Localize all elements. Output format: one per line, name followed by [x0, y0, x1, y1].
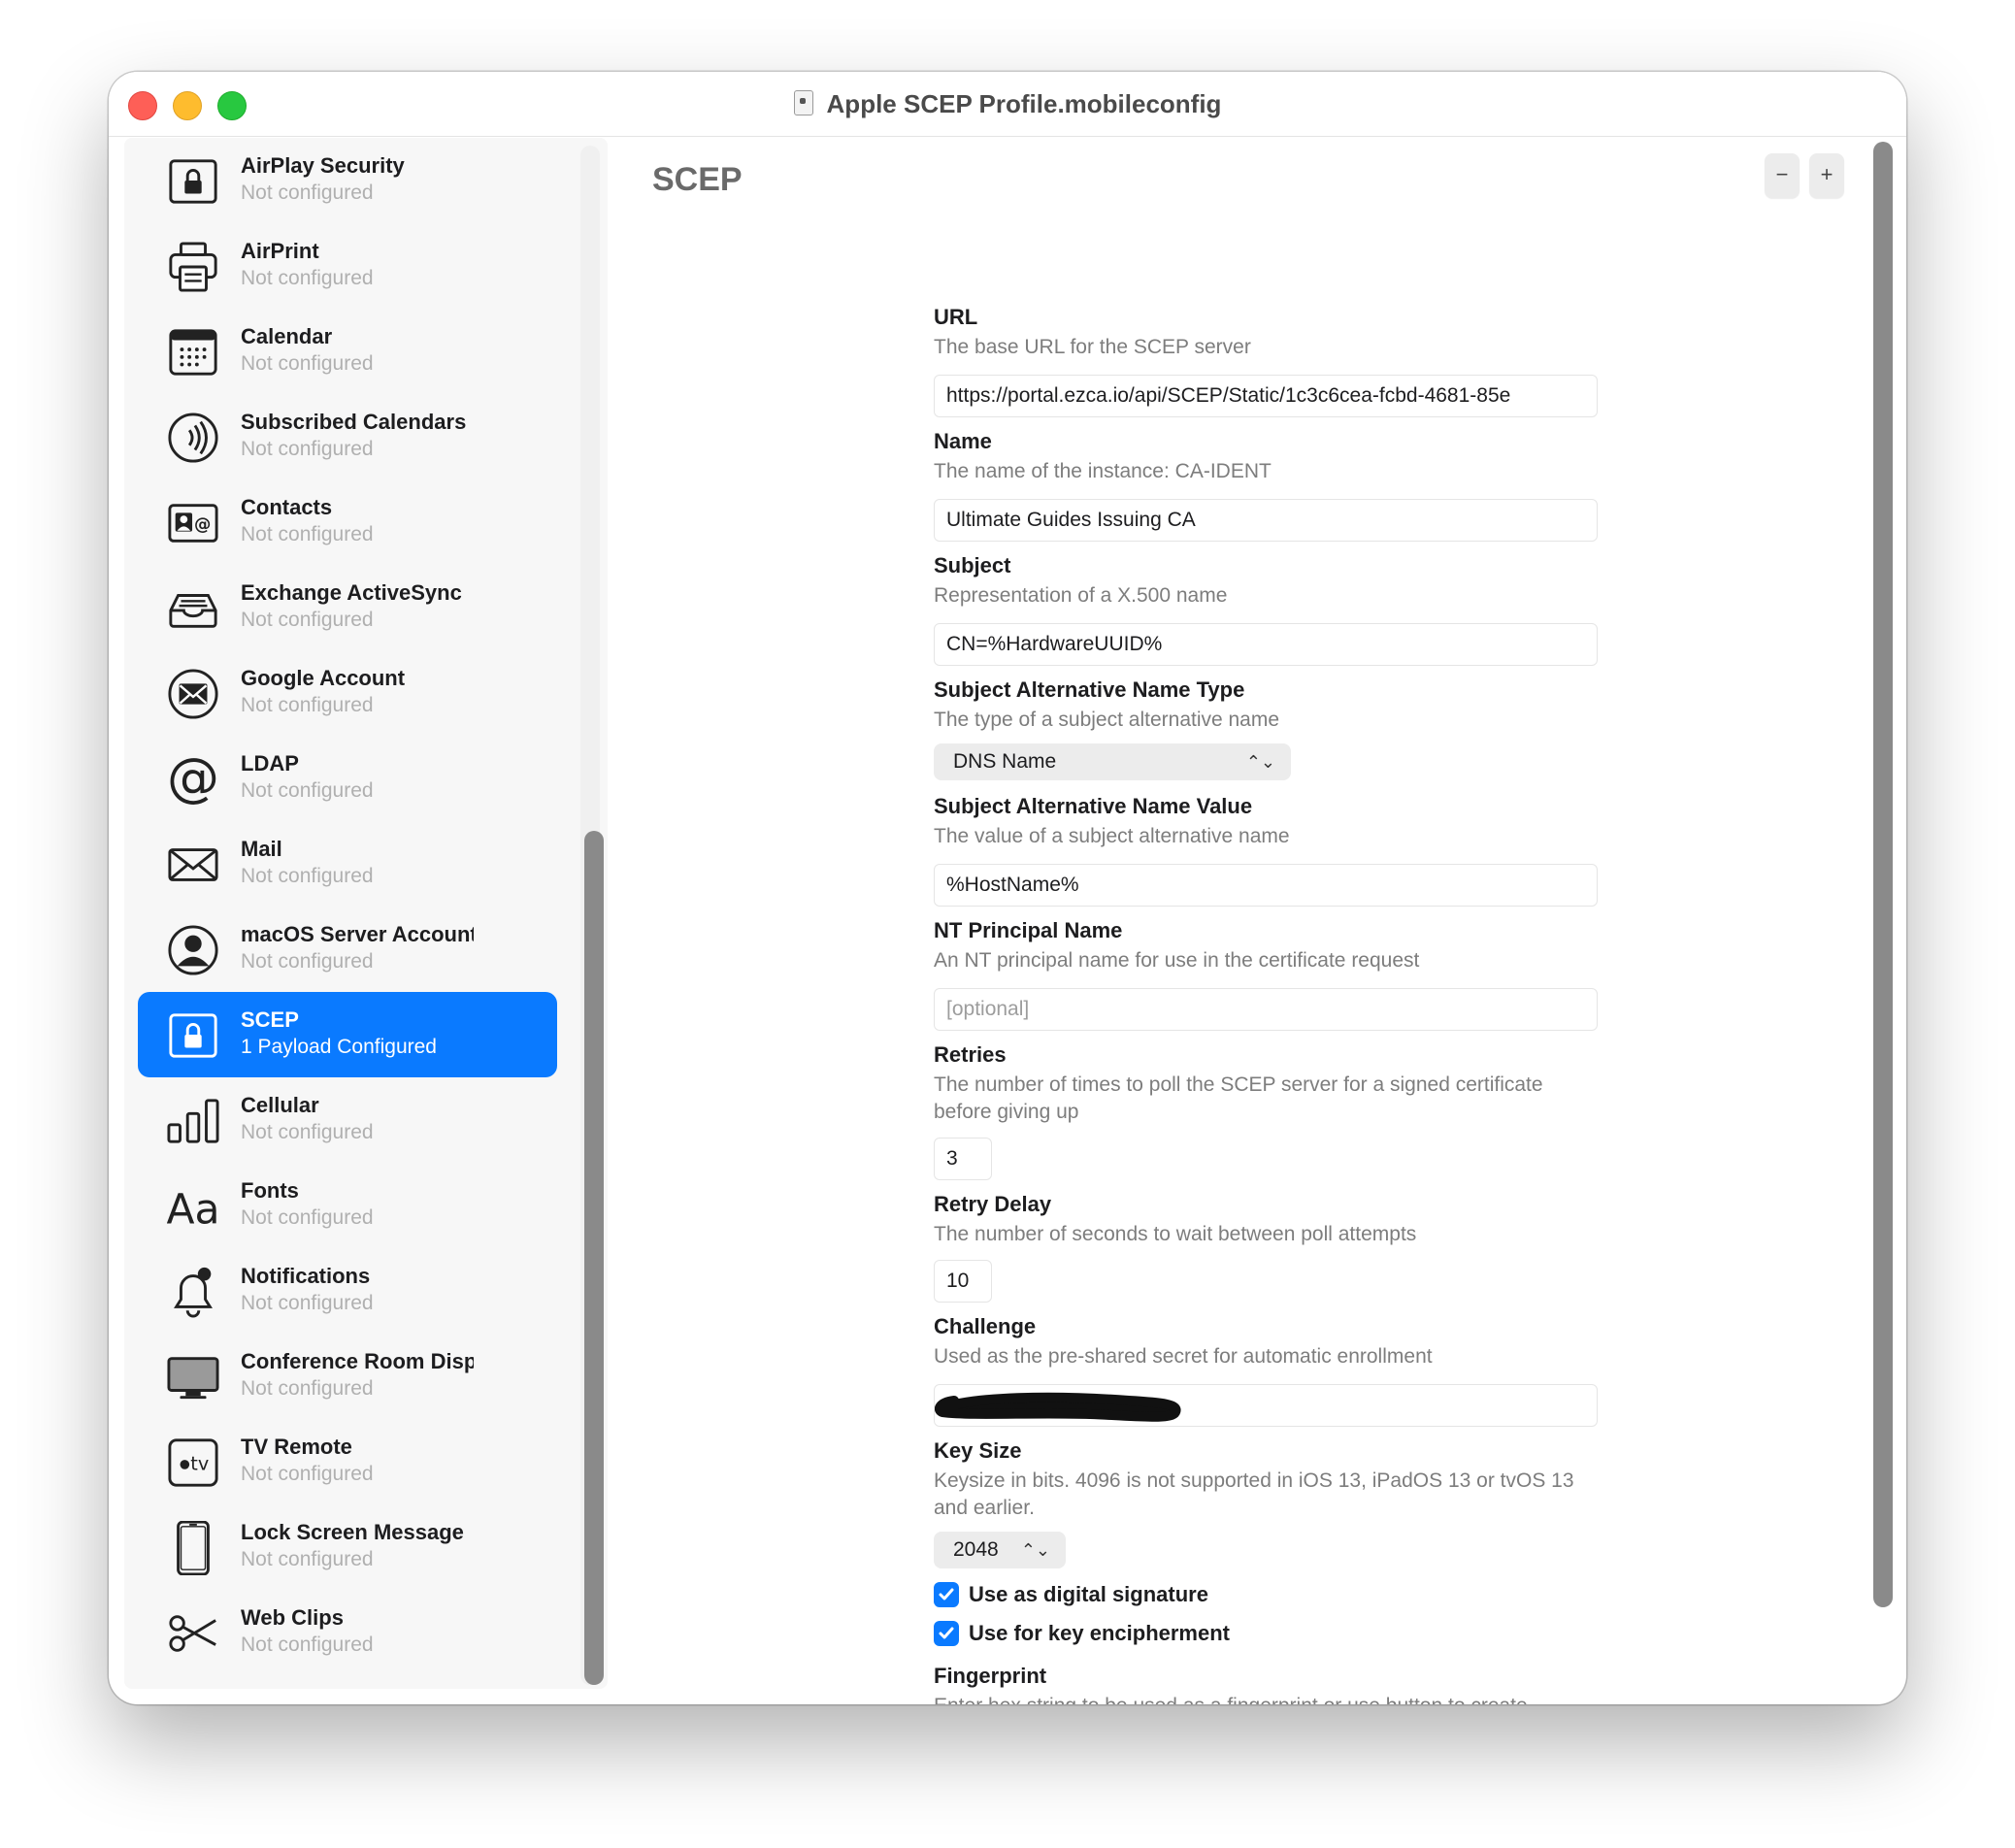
- sidebar-item-scep[interactable]: SCEP 1 Payload Configured: [138, 992, 557, 1077]
- digital-signature-checkbox[interactable]: [934, 1582, 959, 1607]
- challenge-description: Used as the pre-shared secret for automa…: [934, 1345, 1433, 1368]
- key-encipherment-label: Use for key encipherment: [969, 1621, 1230, 1645]
- lock-icon: [167, 1009, 219, 1062]
- printer-icon: [167, 241, 219, 293]
- window-title-area: Apple SCEP Profile.mobileconfig: [109, 85, 1906, 122]
- san-type-select[interactable]: DNS Name ⌃⌄: [934, 743, 1291, 780]
- calendar-icon: [167, 326, 219, 379]
- redaction-scribble: [935, 1392, 1181, 1422]
- window-title: Apple SCEP Profile.mobileconfig: [826, 89, 1222, 118]
- key-size-select[interactable]: 2048 ⌃⌄: [934, 1532, 1066, 1568]
- sidebar-item-cellular[interactable]: Cellular Not configured: [138, 1077, 557, 1163]
- sidebar-item-conference-room-display[interactable]: Conference Room Display Not configured: [138, 1334, 557, 1419]
- sidebar-item-web-clips[interactable]: Web Clips Not configured: [138, 1590, 557, 1675]
- key-encipherment-checkbox[interactable]: [934, 1621, 959, 1646]
- title-bar: Apple SCEP Profile.mobileconfig: [109, 72, 1906, 137]
- nt-principal-label: NT Principal Name: [934, 918, 1123, 942]
- sidebar-item-airplay-security[interactable]: AirPlay Security Not configured: [138, 138, 557, 223]
- up-down-chevron-icon: ⌃⌄: [1245, 752, 1275, 772]
- document-icon: [793, 90, 813, 116]
- retries-field[interactable]: [934, 1138, 992, 1180]
- up-down-chevron-icon: ⌃⌄: [1020, 1540, 1050, 1560]
- contact-card-icon: @: [167, 497, 219, 549]
- broadcast-icon: [167, 412, 219, 464]
- san-type-value: DNS Name: [953, 750, 1057, 773]
- svg-text:Aa: Aa: [167, 1186, 219, 1234]
- sidebar-item-ldap[interactable]: @ LDAP Not configured: [138, 736, 557, 821]
- signal-bars-icon: [167, 1095, 219, 1147]
- san-value-field[interactable]: [934, 864, 1598, 907]
- payload-sidebar: AirPlay Security Not configured AirPrint…: [124, 138, 608, 1689]
- subject-label: Subject: [934, 553, 1011, 578]
- sidebar-item-tv-remote[interactable]: tv TV Remote Not configured: [138, 1419, 557, 1504]
- display-icon: [167, 1351, 219, 1403]
- key-size-description: Keysize in bits. 4096 is not supported i…: [934, 1469, 1574, 1519]
- nt-principal-description: An NT principal name for use in the cert…: [934, 949, 1420, 972]
- sidebar-item-subscribed-calendars[interactable]: Subscribed Calendars Not configured: [138, 394, 557, 479]
- retry-delay-description: The number of seconds to wait between po…: [934, 1223, 1417, 1245]
- payload-editor: SCEP − + URL The base URL for the SCEP s…: [613, 138, 1906, 1704]
- sidebar-item-contacts[interactable]: @ Contacts Not configured: [138, 479, 557, 565]
- phone-icon: [167, 1521, 219, 1575]
- svg-text:@: @: [194, 515, 211, 535]
- section-title: SCEP: [652, 161, 743, 198]
- at-sign-icon: @: [167, 752, 219, 807]
- name-field[interactable]: [934, 499, 1598, 542]
- san-value-label: Subject Alternative Name Value: [934, 794, 1253, 818]
- checkmark-icon: [939, 1627, 954, 1639]
- scissors-icon: [167, 1607, 219, 1660]
- content-scrollbar[interactable]: [1873, 142, 1893, 1607]
- challenge-field[interactable]: [934, 1384, 1598, 1427]
- url-description: The base URL for the SCEP server: [934, 336, 1251, 358]
- envelope-circle-icon: [167, 668, 219, 720]
- nt-principal-field[interactable]: [934, 988, 1598, 1031]
- sidebar-item-airprint[interactable]: AirPrint Not configured: [138, 223, 557, 309]
- retries-label: Retries: [934, 1042, 1007, 1067]
- key-size-label: Key Size: [934, 1438, 1022, 1463]
- font-icon: Aa: [167, 1180, 219, 1234]
- svg-text:@: @: [167, 752, 219, 807]
- apple-tv-icon: tv: [167, 1436, 219, 1489]
- fingerprint-label: Fingerprint: [934, 1664, 1047, 1688]
- sidebar-item-google-account[interactable]: Google Account Not configured: [138, 650, 557, 736]
- app-window: Apple SCEP Profile.mobileconfig AirPlay …: [109, 72, 1906, 1704]
- subject-field[interactable]: [934, 623, 1598, 666]
- svg-text:tv: tv: [190, 1453, 209, 1475]
- sidebar-item-macos-server-account[interactable]: macOS Server Account Not configured: [138, 907, 557, 992]
- sidebar-item-lock-screen-message[interactable]: Lock Screen Message Not configured: [138, 1504, 557, 1590]
- sidebar-item-mail[interactable]: Mail Not configured: [138, 821, 557, 907]
- envelope-icon: [167, 839, 219, 891]
- san-type-label: Subject Alternative Name Type: [934, 677, 1245, 702]
- tray-icon: [167, 582, 219, 635]
- sidebar-item-exchange-activesync[interactable]: Exchange ActiveSync Not configured: [138, 565, 557, 650]
- add-payload-button[interactable]: +: [1809, 153, 1844, 198]
- url-field[interactable]: [934, 375, 1598, 417]
- san-type-description: The type of a subject alternative name: [934, 709, 1280, 731]
- checkmark-icon: [939, 1588, 954, 1600]
- person-circle-icon: [167, 924, 219, 976]
- name-description: The name of the instance: CA-IDENT: [934, 460, 1272, 482]
- bell-icon: [167, 1266, 219, 1318]
- sidebar-item-notifications[interactable]: Notifications Not configured: [138, 1248, 557, 1334]
- retries-description: The number of times to poll the SCEP ser…: [934, 1073, 1543, 1123]
- retry-delay-label: Retry Delay: [934, 1192, 1052, 1216]
- remove-payload-button[interactable]: −: [1765, 153, 1800, 198]
- name-label: Name: [934, 429, 992, 453]
- fingerprint-description: Enter hex string to be used as a fingerp…: [934, 1693, 1574, 1704]
- url-label: URL: [934, 305, 978, 329]
- sidebar-scrollbar[interactable]: [584, 831, 604, 1685]
- lock-icon: [167, 155, 219, 208]
- retry-delay-field[interactable]: [934, 1260, 992, 1303]
- sidebar-item-fonts[interactable]: Aa Fonts Not configured: [138, 1163, 557, 1248]
- subject-description: Representation of a X.500 name: [934, 584, 1228, 607]
- san-value-description: The value of a subject alternative name: [934, 825, 1290, 847]
- challenge-label: Challenge: [934, 1314, 1037, 1338]
- sidebar-item-calendar[interactable]: Calendar Not configured: [138, 309, 557, 394]
- key-size-value: 2048: [953, 1538, 999, 1561]
- payload-list: AirPlay Security Not configured AirPrint…: [138, 138, 557, 1675]
- digital-signature-label: Use as digital signature: [969, 1582, 1208, 1606]
